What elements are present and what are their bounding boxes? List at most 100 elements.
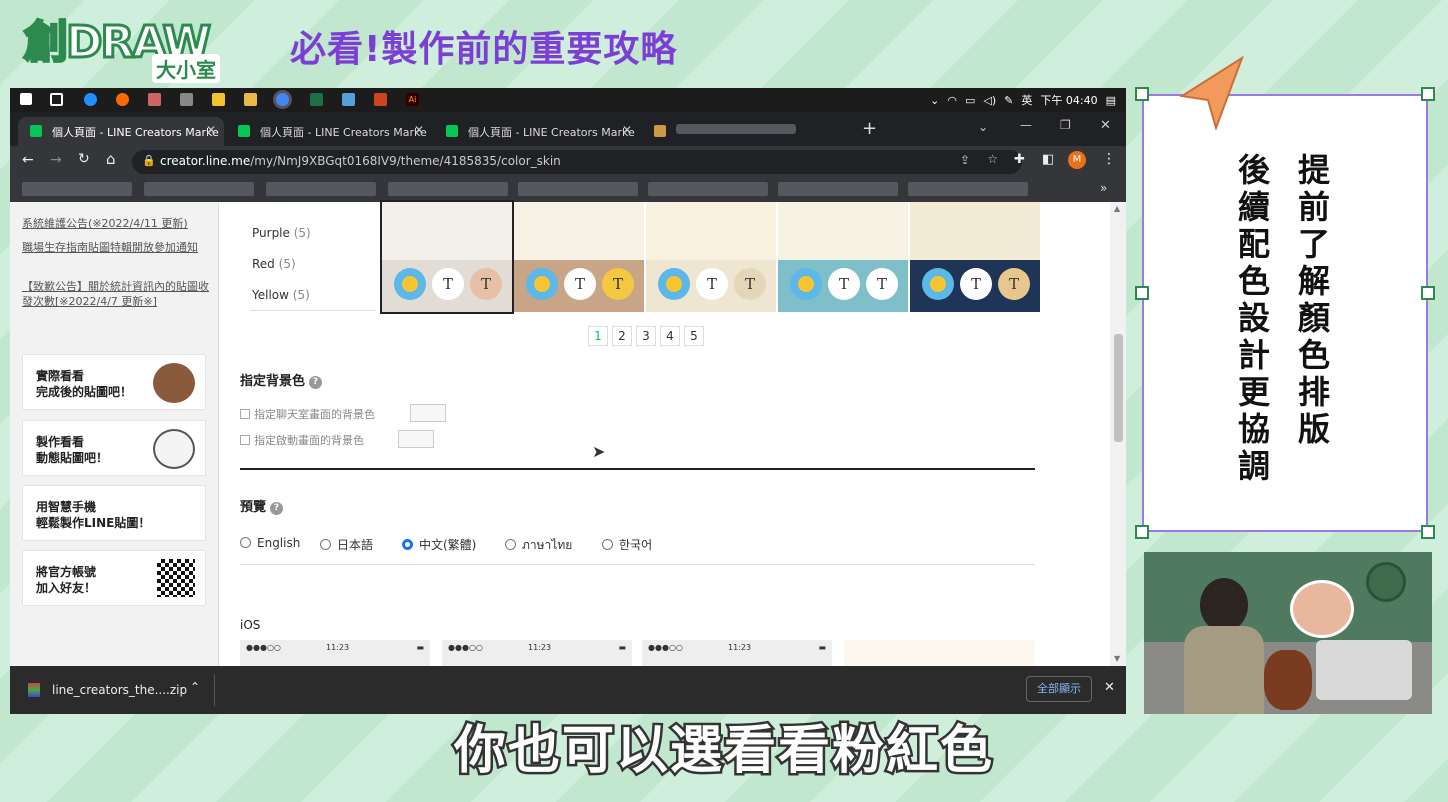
help-icon[interactable]: ? [309,376,323,389]
resize-handle[interactable] [1421,525,1435,539]
tab-2[interactable]: 個人頁面 - LINE Creators Marke ✕ [226,117,432,146]
close-download-bar-icon[interactable]: ✕ [1104,680,1115,695]
bookmark-star-icon[interactable]: ☆ [987,152,998,166]
tab-3[interactable]: 個人頁面 - LINE Creators Marke ✕ [434,117,640,146]
resize-handle[interactable] [1135,525,1149,539]
theme-card-3[interactable]: TT [646,202,776,312]
page-button-5[interactable]: 5 [684,326,704,346]
theme-card-4[interactable]: TT [778,202,908,312]
resize-handle[interactable] [1135,286,1149,300]
checkbox-icon[interactable] [240,435,250,445]
minimize-icon[interactable]: — [1020,118,1032,132]
battery-icon[interactable]: ▭ [965,94,975,107]
theme-card-5[interactable]: TT [910,202,1040,312]
resize-handle[interactable] [1421,286,1435,300]
new-tab-icon[interactable]: + [862,118,877,139]
reload-icon[interactable]: ↻ [78,151,90,167]
bookmark-blurred[interactable] [388,182,508,196]
lang-radio-english[interactable]: English [240,536,300,550]
firefox-icon[interactable] [116,93,129,106]
bookmark-blurred[interactable] [266,182,376,196]
news-link[interactable]: 系統維護公告(※2022/4/11 更新) [22,216,212,231]
sticky-notes-icon[interactable] [212,93,225,106]
scroll-down-icon[interactable]: ▼ [1114,654,1120,663]
category-red[interactable]: Red (5) [252,257,296,271]
theme-card-2[interactable]: TT [514,202,644,312]
chat-bg-swatch[interactable] [410,404,446,422]
news-link[interactable]: 職場生存指南貼圖特輯開放參加通知 [22,240,212,255]
pen-icon[interactable]: ✎ [1004,94,1013,107]
close-tab-icon[interactable]: ✕ [414,123,424,137]
page-button-4[interactable]: 4 [660,326,680,346]
file-explorer-icon[interactable] [244,93,257,106]
promo-card-smartphone[interactable]: 用智慧手機 輕鬆製作LINE貼圖！ [22,485,206,541]
scroll-up-icon[interactable]: ▲ [1114,204,1120,213]
chat-bg-checkbox[interactable]: 指定聊天室畫面的背景色 [240,406,375,422]
profile-avatar[interactable]: M [1068,151,1086,169]
radio-icon[interactable] [320,539,331,550]
forward-icon[interactable]: → [50,152,62,168]
extensions-icon[interactable]: ✚ [1014,152,1025,167]
ime-indicator[interactable]: 英 [1021,92,1032,108]
close-tab-icon[interactable]: ✕ [206,123,216,137]
page-scrollbar[interactable]: ▲ ▼ [1110,202,1126,666]
radio-icon[interactable] [505,539,516,550]
clock[interactable]: 下午 04:40 [1040,92,1097,108]
close-tab-icon[interactable]: ✕ [622,123,632,137]
more-bookmarks-icon[interactable]: » [1100,181,1107,195]
restore-icon[interactable]: ❐ [1060,118,1071,132]
radio-selected-icon[interactable] [402,539,413,550]
tab-4-blurred[interactable] [642,117,842,146]
page-button-2[interactable]: 2 [612,326,632,346]
chrome-icon[interactable] [276,93,289,106]
camera-icon[interactable] [342,93,355,106]
bookmark-blurred[interactable] [648,182,768,196]
show-all-downloads-button[interactable]: 全部顯示 [1026,676,1092,702]
task-view-icon[interactable] [50,93,63,106]
menu-kebab-icon[interactable]: ⋮ [1102,151,1116,167]
volume-icon[interactable]: ◁) [983,94,996,107]
lock-icon[interactable]: 🔒 [142,154,156,167]
splash-bg-swatch[interactable] [398,430,434,448]
lang-radio-korean[interactable]: 한국어 [602,536,652,553]
side-panel-icon[interactable]: ◧ [1042,152,1054,167]
bookmark-blurred[interactable] [778,182,898,196]
bookmark-blurred[interactable] [908,182,1028,196]
download-filename[interactable]: line_creators_the....zip [52,683,187,697]
news-link[interactable]: 【致歉公告】關於統計資訊內的貼圖收發次數[※2022/4/7 更新※] [22,279,212,309]
tab-1[interactable]: 個人頁面 - LINE Creators Marke ✕ [18,117,224,146]
home-icon[interactable]: ⌂ [106,150,116,168]
url-field[interactable]: 🔒 creator.line.me/my/NmJ9XBGqt0168IV9/th… [132,150,1022,174]
edge-icon[interactable] [84,93,97,106]
window-close-icon[interactable]: ✕ [1100,118,1111,133]
lang-radio-thai[interactable]: ภาษาไทย [505,536,572,555]
splash-bg-checkbox[interactable]: 指定啟動畫面的背景色 [240,432,364,448]
promo-card-animated[interactable]: 製作看看 動態貼圖吧！ [22,420,206,476]
category-purple[interactable]: Purple (5) [252,226,311,240]
powerpoint-icon[interactable] [374,93,387,106]
checkbox-icon[interactable] [240,409,250,419]
calculator-icon[interactable] [180,93,193,106]
page-button-1[interactable]: 1 [588,326,608,346]
promo-card-preview[interactable]: 實際看看 完成後的貼圖吧！ [22,354,206,410]
back-icon[interactable]: ← [22,152,34,168]
paint-icon[interactable] [148,93,161,106]
scrollbar-thumb[interactable] [1114,334,1123,442]
share-icon[interactable]: ⇪ [960,153,970,167]
excel-icon[interactable] [310,93,323,106]
page-button-3[interactable]: 3 [636,326,656,346]
illustrator-icon[interactable]: Ai [406,93,419,106]
lang-radio-chinese[interactable]: 中文(繁體) [402,536,476,553]
resize-handle[interactable] [1135,87,1149,101]
notification-icon[interactable]: ▤ [1106,94,1116,107]
bookmark-blurred[interactable] [518,182,638,196]
windows-start-icon[interactable] [20,93,32,105]
tab-search-icon[interactable]: ⌄ [978,120,988,134]
radio-icon[interactable] [602,539,613,550]
bookmark-blurred[interactable] [144,182,254,196]
download-chevron-icon[interactable]: ⌃ [190,680,200,694]
help-icon[interactable]: ? [270,502,284,515]
promo-card-official-account[interactable]: 將官方帳號 加入好友！ [22,550,206,606]
radio-icon[interactable] [240,537,251,548]
theme-card-1[interactable]: TT [380,200,514,314]
